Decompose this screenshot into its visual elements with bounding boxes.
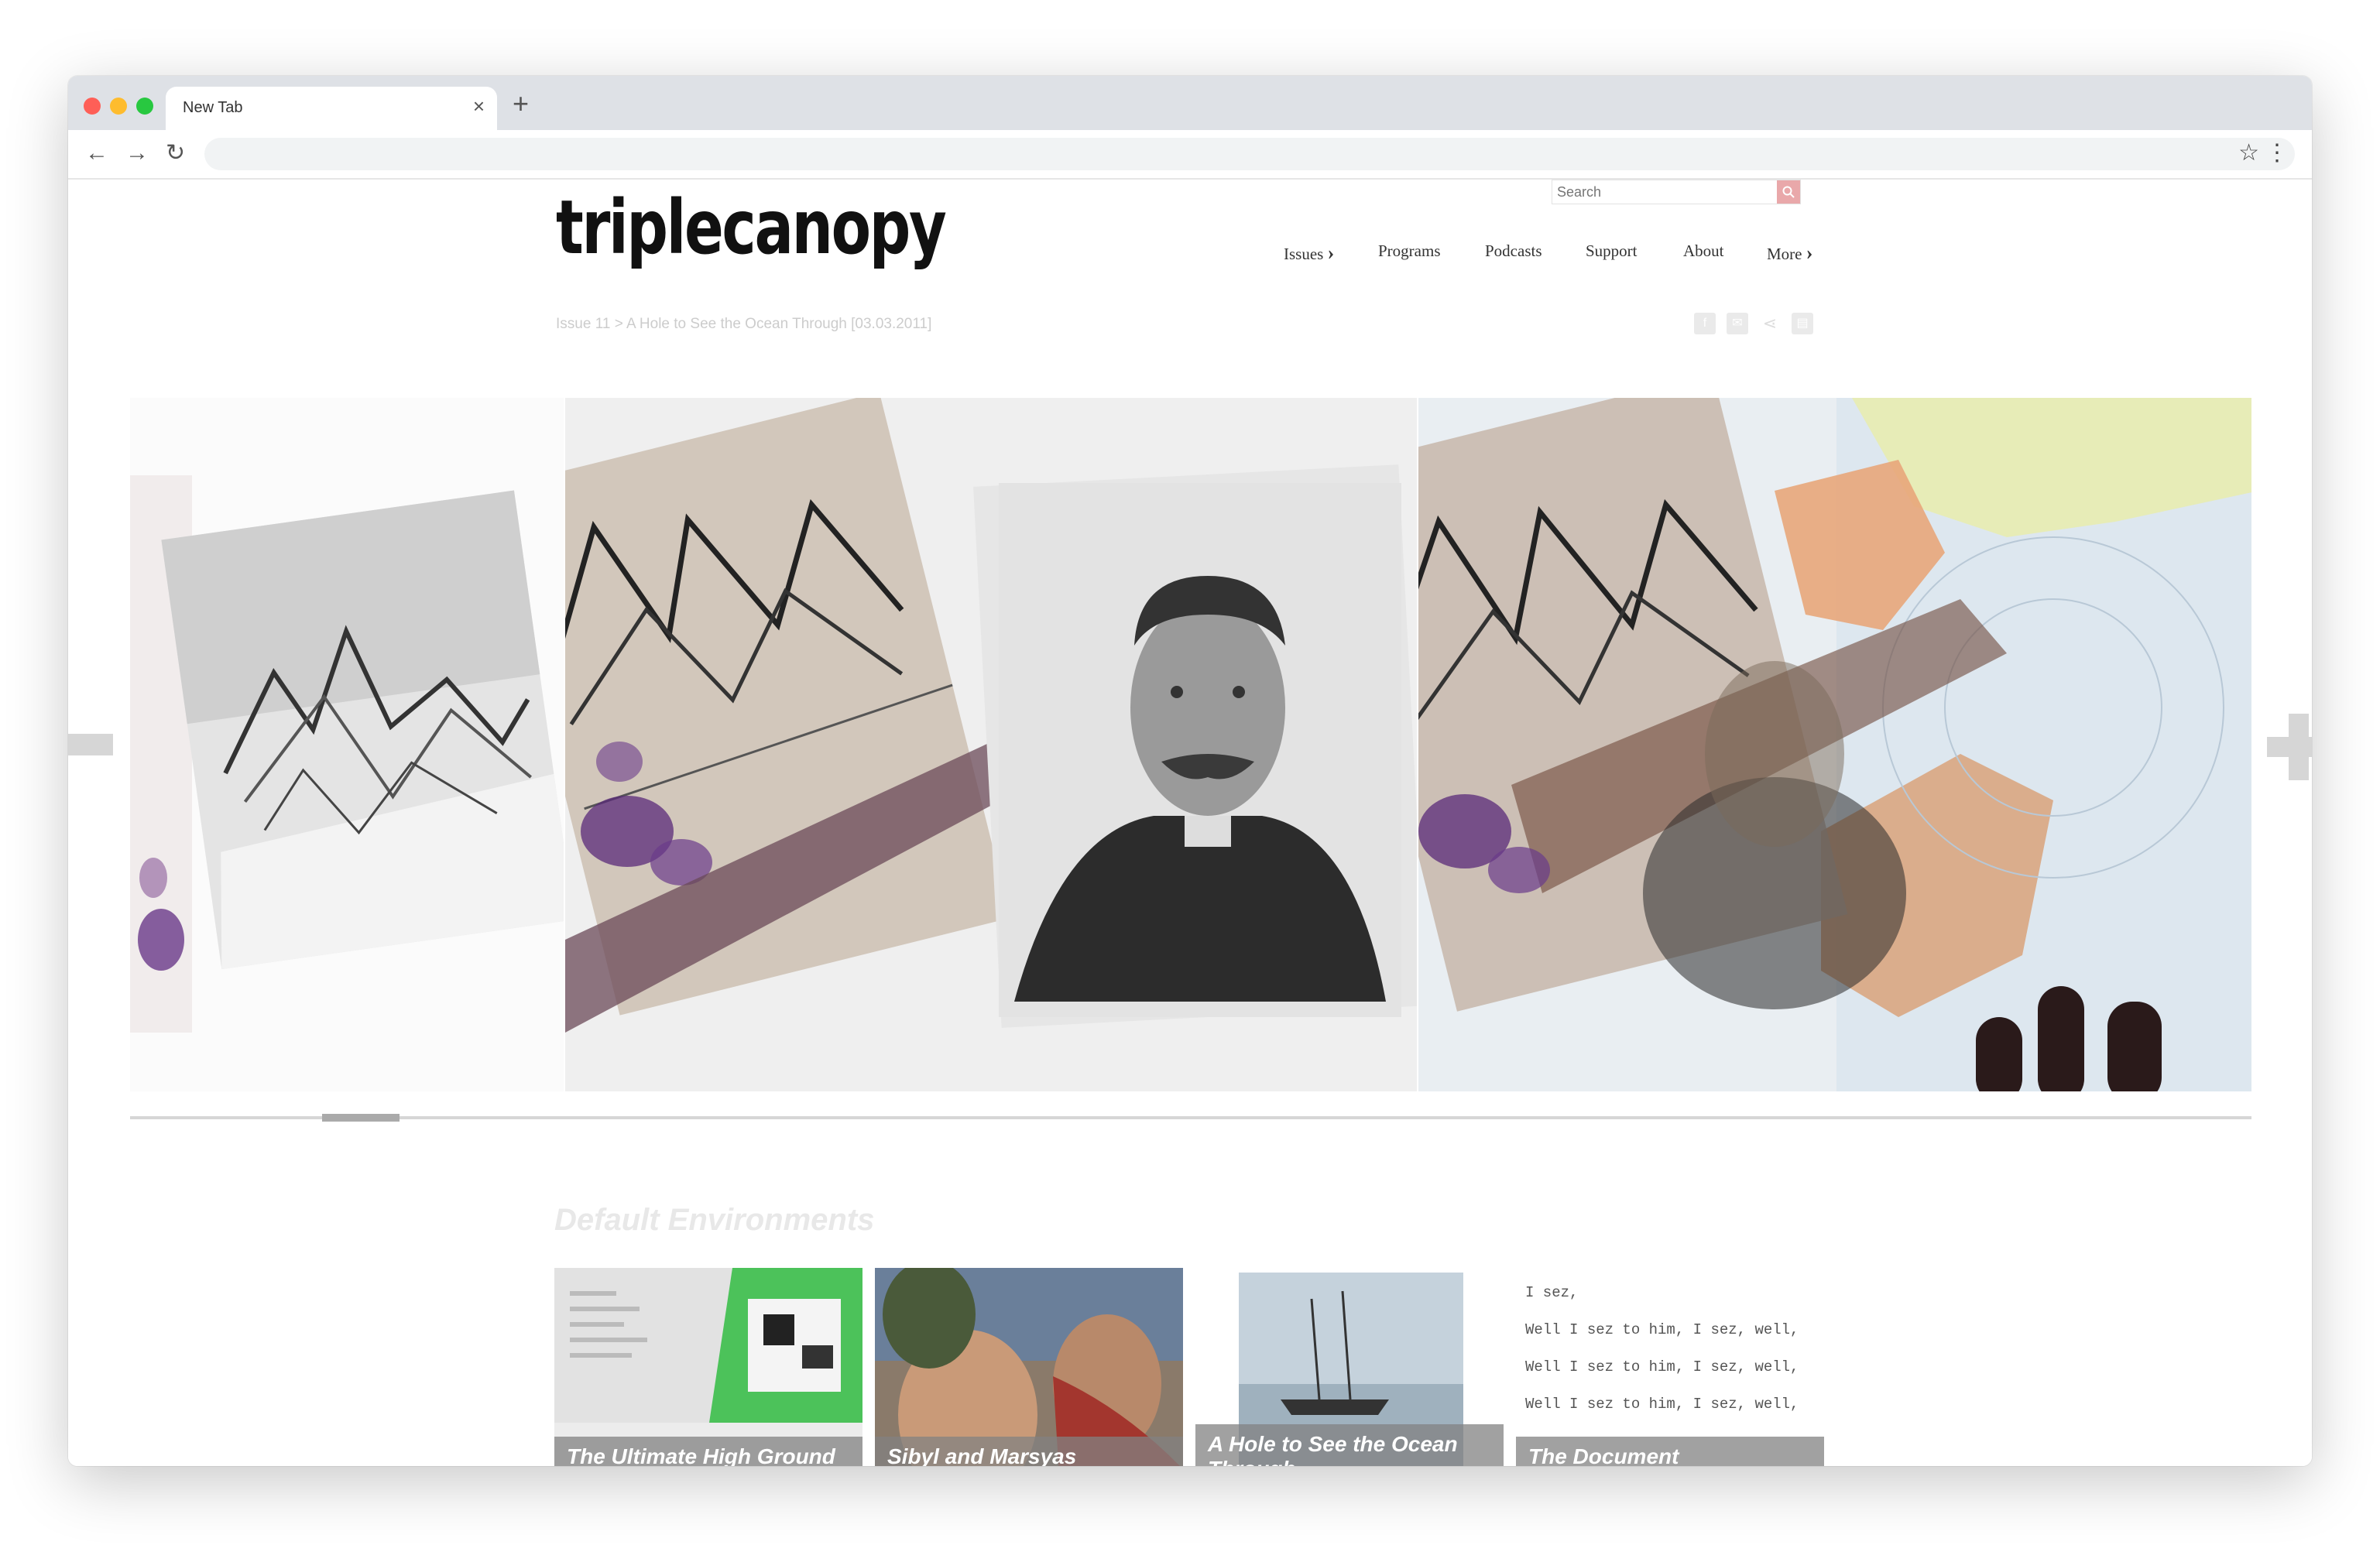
slide-portrait-collage bbox=[489, 398, 1427, 1091]
search-icon[interactable] bbox=[1777, 180, 1800, 204]
bookmark-star-icon[interactable]: ☆ bbox=[2238, 138, 2259, 169]
nav-podcasts[interactable]: Podcasts bbox=[1485, 242, 1542, 261]
tab-title: New Tab bbox=[183, 99, 243, 116]
image-slideshow[interactable] bbox=[130, 398, 2251, 1091]
card-title: Sibyl and Marsyas bbox=[875, 1437, 1183, 1466]
search-input[interactable] bbox=[1552, 180, 1778, 204]
slide-ship-wreck bbox=[130, 398, 574, 1091]
nav-programs[interactable]: Programs bbox=[1378, 242, 1441, 261]
facebook-icon[interactable]: f bbox=[1694, 313, 1716, 334]
article-card[interactable]: I sez, Well I sez to him, I sez, well, W… bbox=[1516, 1268, 1824, 1466]
browser-toolbar: ← → ↻ ☆ ⋮ bbox=[68, 130, 2312, 180]
card-title: The Ultimate High Ground bbox=[554, 1437, 862, 1466]
article-card[interactable]: A Hole to See the Ocean Through bbox=[1195, 1268, 1504, 1466]
card-title: The Document bbox=[1516, 1437, 1824, 1466]
typewriter-line: I sez, bbox=[1525, 1284, 1579, 1301]
tab-close-icon[interactable]: × bbox=[473, 94, 485, 118]
back-arrow-icon[interactable]: ← bbox=[85, 139, 108, 167]
forward-arrow-icon[interactable]: → bbox=[125, 139, 149, 167]
share-icon[interactable]: ⋖ bbox=[1759, 313, 1781, 334]
nav-more[interactable]: More › bbox=[1767, 242, 1812, 265]
previous-slide-button[interactable] bbox=[68, 734, 113, 755]
tab-bar: New Tab × + bbox=[68, 76, 2312, 130]
nav-label: Issues bbox=[1284, 245, 1324, 263]
page-content: triplecanopy Issues › Programs Podcasts … bbox=[68, 180, 2312, 1466]
maximize-window-button[interactable] bbox=[136, 98, 153, 115]
slideshow-scrollbar[interactable] bbox=[130, 1114, 2251, 1122]
window-controls bbox=[84, 98, 153, 115]
nav-label: More bbox=[1767, 245, 1802, 263]
typewriter-line: Well I sez to him, I sez, well, bbox=[1525, 1358, 1799, 1375]
article-card[interactable]: The Ultimate High Ground bbox=[554, 1268, 862, 1466]
browser-window: New Tab × + ← → ↻ ☆ ⋮ triplecanopy Issue… bbox=[68, 76, 2312, 1466]
next-slide-button[interactable] bbox=[2267, 714, 2312, 780]
section-title: Default Environments bbox=[554, 1203, 875, 1237]
breadcrumb[interactable]: Issue 11 > A Hole to See the Ocean Throu… bbox=[556, 316, 931, 333]
card-title: A Hole to See the Ocean Through bbox=[1195, 1424, 1504, 1466]
chevron-right-icon: › bbox=[1806, 242, 1813, 264]
browser-menu-icon[interactable]: ⋮ bbox=[2265, 138, 2289, 169]
address-bar[interactable] bbox=[204, 138, 2295, 170]
browser-tab[interactable]: New Tab × bbox=[166, 87, 497, 130]
nav-about[interactable]: About bbox=[1683, 242, 1724, 261]
share-icons: f ✉ ⋖ ▤ bbox=[1694, 313, 1813, 334]
typewriter-line: Well I sez to him, I sez, well, bbox=[1525, 1321, 1799, 1338]
reload-icon[interactable]: ↻ bbox=[166, 139, 185, 167]
slideshow-scroll-thumb[interactable] bbox=[322, 1114, 400, 1122]
typewriter-line: Well I sez to him, I sez, well, bbox=[1525, 1396, 1799, 1413]
site-logo[interactable]: triplecanopy bbox=[556, 184, 947, 271]
article-card[interactable]: Sibyl and Marsyas bbox=[875, 1268, 1183, 1466]
close-window-button[interactable] bbox=[84, 98, 101, 115]
minimize-window-button[interactable] bbox=[110, 98, 127, 115]
chevron-right-icon: › bbox=[1327, 242, 1335, 264]
print-icon[interactable]: ▤ bbox=[1792, 313, 1813, 334]
nav-support[interactable]: Support bbox=[1586, 242, 1638, 261]
nav-issues[interactable]: Issues › bbox=[1284, 242, 1334, 265]
search-box bbox=[1552, 180, 1801, 204]
slide-arctic-map bbox=[1322, 398, 2251, 1091]
new-tab-button[interactable]: + bbox=[513, 88, 529, 119]
email-icon[interactable]: ✉ bbox=[1727, 313, 1748, 334]
